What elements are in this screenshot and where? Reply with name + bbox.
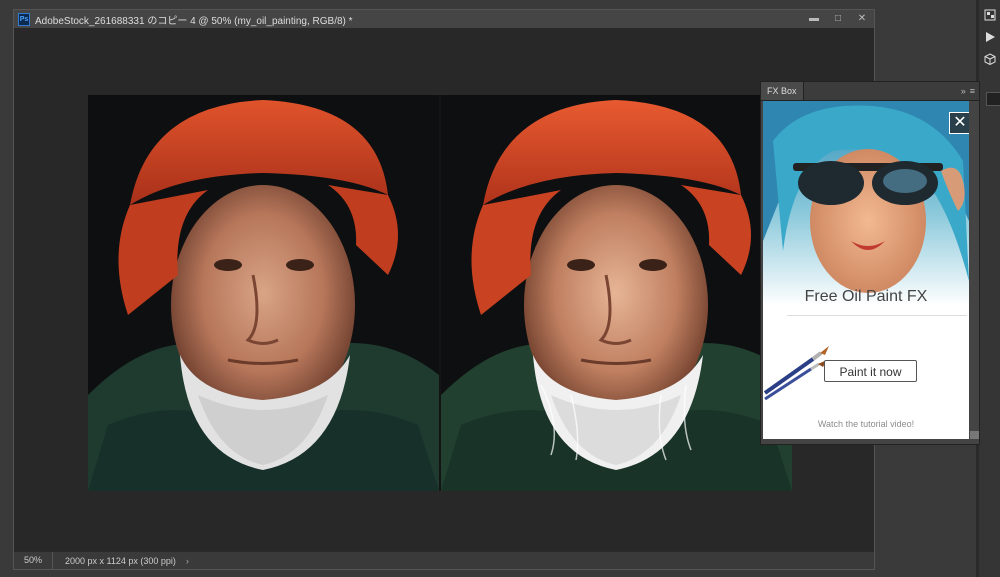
history-icon[interactable] — [979, 6, 1000, 28]
fx-title: Free Oil Paint FX — [804, 288, 928, 305]
play-icon[interactable] — [979, 28, 1000, 50]
close-icon[interactable]: ✕ — [949, 112, 969, 134]
canvas-area[interactable] — [14, 28, 874, 552]
window-controls: ▬ □ ✕ — [802, 10, 874, 28]
photoshop-icon: Ps — [18, 12, 30, 26]
tutorial-link[interactable]: Watch the tutorial video! — [763, 419, 969, 429]
status-menu-arrow-icon[interactable]: › — [186, 556, 189, 566]
3d-cube-icon[interactable] — [979, 50, 1000, 72]
right-tool-strip — [978, 0, 1000, 577]
oil-painted-photo — [441, 95, 792, 491]
zoom-level[interactable]: 50% — [14, 552, 53, 569]
fx-panel-content: ✕ Free Oil Paint FX Paint it now Watch t… — [763, 101, 969, 439]
expand-icon[interactable]: » — [961, 86, 966, 96]
document-titlebar[interactable]: Ps AdobeStock_261688331 のコピー 4 @ 50% (my… — [14, 10, 874, 28]
paint-brushes-icon — [763, 341, 833, 404]
panel-menu-icon[interactable]: ≡ — [970, 86, 975, 96]
panel-toggle[interactable] — [986, 92, 1000, 106]
fx-scroll-thumb[interactable] — [970, 431, 979, 439]
fx-header-controls: » ≡ — [961, 86, 979, 96]
fx-scrollbar[interactable] — [970, 101, 979, 439]
minimize-button[interactable]: ▬ — [802, 10, 826, 28]
document-info: 2000 px x 1124 px (300 ppi) — [65, 555, 176, 566]
close-button[interactable]: ✕ — [850, 10, 874, 28]
artboard[interactable] — [88, 95, 792, 491]
document-title: AdobeStock_261688331 のコピー 4 @ 50% (my_oi… — [35, 15, 353, 27]
document-window: Ps AdobeStock_261688331 のコピー 4 @ 50% (my… — [13, 9, 875, 570]
original-photo — [88, 95, 439, 491]
status-bar: 50% 2000 px x 1124 px (300 ppi) › — [14, 551, 874, 569]
paint-it-now-button[interactable]: Paint it now — [824, 360, 917, 382]
fx-divider — [787, 315, 967, 316]
fx-panel-header[interactable]: FX Box » ≡ — [761, 82, 979, 101]
fx-hero-image — [763, 101, 969, 306]
maximize-button[interactable]: □ — [826, 10, 850, 28]
fx-box-tab[interactable]: FX Box — [761, 82, 804, 100]
fx-box-panel: FX Box » ≡ ✕ Free Oil Paint FX Paint it … — [760, 81, 980, 445]
